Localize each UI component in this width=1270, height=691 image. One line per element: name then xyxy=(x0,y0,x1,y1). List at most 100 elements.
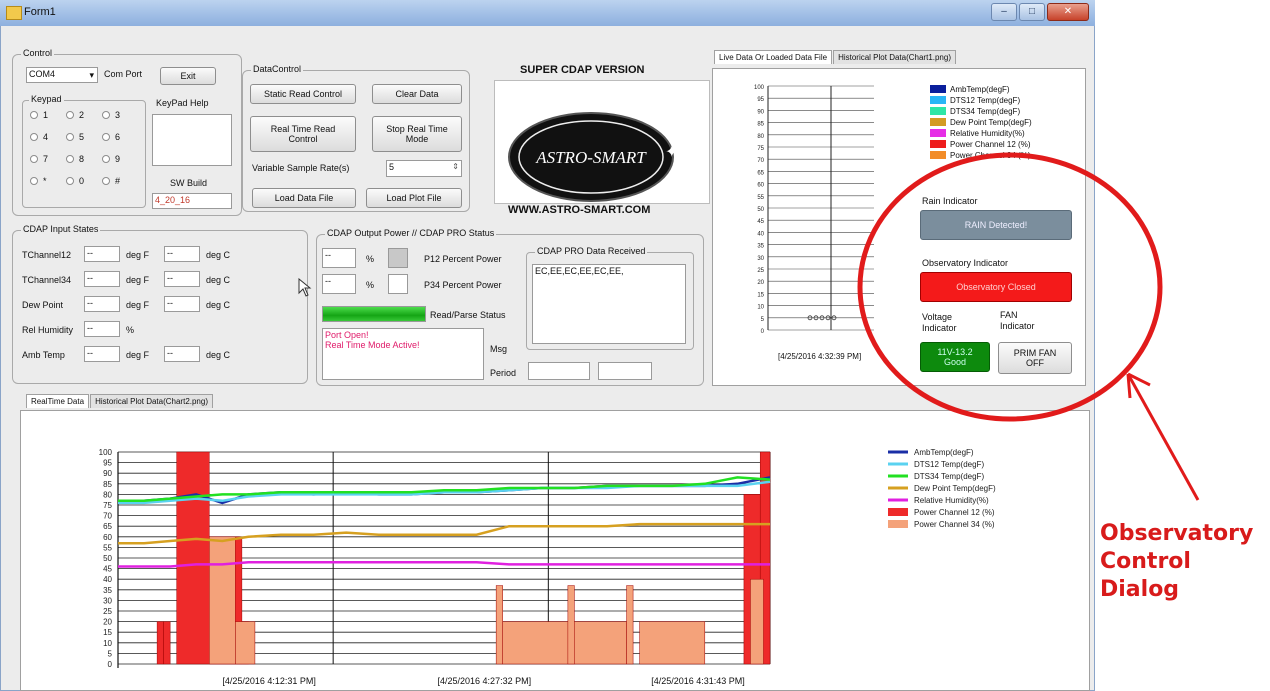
legend-label: DTS34 Temp(degF) xyxy=(950,106,1021,116)
logo-panel: ASTRO-SMART ✦ xyxy=(494,80,710,204)
window-title: Form1 xyxy=(24,6,56,18)
load-plot-file-button[interactable]: Load Plot File xyxy=(366,188,462,208)
fan-indicator-label: FAN Indicator xyxy=(1000,310,1035,331)
keypad-key[interactable]: 3 xyxy=(102,110,120,120)
annotation-line: Observatory xyxy=(1100,521,1254,546)
radio-icon[interactable] xyxy=(66,177,74,185)
keypad-key[interactable]: # xyxy=(102,176,120,186)
variable-sample-input[interactable]: 5 ⇕ xyxy=(386,160,462,177)
static-read-button[interactable]: Static Read Control xyxy=(250,84,356,104)
input-c-value: -- xyxy=(164,271,200,287)
input-c-value: -- xyxy=(164,246,200,262)
keypad-key-label: 2 xyxy=(79,110,85,120)
radio-icon[interactable] xyxy=(30,155,38,163)
keypad-key[interactable]: * xyxy=(30,176,47,186)
main-tick-label: 15 xyxy=(103,628,112,637)
clear-data-button[interactable]: Clear Data xyxy=(372,84,462,104)
voltage-good-button[interactable]: 11V-13.2 Good xyxy=(920,342,990,372)
input-c-unit: deg C xyxy=(206,250,231,260)
mini-tick-label: 100 xyxy=(754,85,765,91)
progress-fill xyxy=(323,307,425,321)
pro-data-label: CDAP PRO Data Received xyxy=(535,246,648,256)
com-port-label: Com Port xyxy=(104,69,143,79)
power-bar xyxy=(750,578,764,665)
legend-label: Power Channel 34 (%) xyxy=(950,150,1031,160)
close-icon[interactable]: ✕ xyxy=(1047,3,1089,21)
keypad-key[interactable]: 2 xyxy=(66,110,84,120)
power-bar xyxy=(209,536,236,665)
input-row-label: Dew Point xyxy=(22,300,64,310)
main-tick-label: 45 xyxy=(103,565,112,574)
mini-tick-label: 50 xyxy=(757,207,764,213)
main-tick-label: 100 xyxy=(99,448,113,457)
keypad-key-label: 0 xyxy=(79,176,85,186)
exit-button[interactable]: Exit xyxy=(160,67,216,85)
read-parse-progress xyxy=(322,306,426,322)
load-data-file-button[interactable]: Load Data File xyxy=(252,188,356,208)
p34-indicator xyxy=(388,274,408,294)
stop-real-time-button[interactable]: Stop Real Time Mode xyxy=(372,116,462,152)
svg-text:✦: ✦ xyxy=(665,144,678,161)
keypad-key[interactable]: 7 xyxy=(30,154,48,164)
keypad-key[interactable]: 0 xyxy=(66,176,84,186)
radio-icon[interactable] xyxy=(102,133,110,141)
rain-indicator-label: Rain Indicator xyxy=(922,196,978,206)
radio-icon[interactable] xyxy=(30,111,38,119)
keypad-key[interactable]: 1 xyxy=(30,110,48,120)
main-legend-label: AmbTemp(degF) xyxy=(914,448,974,457)
input-f-unit: % xyxy=(126,325,135,335)
real-time-read-button[interactable]: Real Time Read Control xyxy=(250,116,356,152)
power-bar xyxy=(639,621,706,665)
bottom-tab[interactable]: RealTime Data xyxy=(26,394,90,408)
input-f-value: -- xyxy=(84,321,120,337)
main-tick-label: 30 xyxy=(103,596,112,605)
radio-icon[interactable] xyxy=(102,177,110,185)
keypad-key-label: 6 xyxy=(115,132,121,142)
com-port-select[interactable]: COM4 ▾ xyxy=(26,67,98,83)
prim-fan-off-button[interactable]: PRIM FAN OFF xyxy=(998,342,1072,374)
minimize-icon[interactable]: – xyxy=(991,3,1017,21)
observatory-closed-button[interactable]: Observatory Closed xyxy=(920,272,1072,302)
bottom-tab[interactable]: Historical Plot Data(Chart2.png) xyxy=(90,394,213,408)
mini-tick-label: 10 xyxy=(757,305,764,311)
maximize-icon[interactable]: □ xyxy=(1019,3,1045,21)
spinner-icon[interactable]: ⇕ xyxy=(452,162,459,171)
pro-data-box: EC,EE,EC,EE,EC,EE, xyxy=(532,264,686,344)
main-tick-label: 90 xyxy=(103,469,112,478)
legend-swatch xyxy=(930,140,946,148)
main-x-label: [4/25/2016 4:12:31 PM] xyxy=(222,676,316,686)
legend-swatch xyxy=(930,96,946,104)
right-tab-strip: Live Data Or Loaded Data File Historical … xyxy=(714,50,957,64)
radio-icon[interactable] xyxy=(66,155,74,163)
radio-icon[interactable] xyxy=(102,155,110,163)
keypad-key[interactable]: 6 xyxy=(102,132,120,142)
radio-icon[interactable] xyxy=(66,111,74,119)
title-bar[interactable]: Form1 – □ ✕ xyxy=(0,0,1095,26)
radio-icon[interactable] xyxy=(30,177,38,185)
mini-tick-label: 5 xyxy=(761,317,765,323)
main-tick-label: 50 xyxy=(103,554,112,563)
radio-icon[interactable] xyxy=(102,111,110,119)
right-tab[interactable]: Historical Plot Data(Chart1.png) xyxy=(833,50,956,64)
legend-label: Relative Humidity(%) xyxy=(950,128,1025,138)
main-tick-label: 20 xyxy=(103,618,112,627)
right-tab[interactable]: Live Data Or Loaded Data File xyxy=(714,50,833,64)
keypad-label: Keypad xyxy=(29,94,64,104)
keypad-key-label: 9 xyxy=(115,154,121,164)
mini-tick-label: 40 xyxy=(757,231,764,237)
legend-swatch xyxy=(930,107,946,115)
keypad-key[interactable]: 9 xyxy=(102,154,120,164)
keypad-key[interactable]: 4 xyxy=(30,132,48,142)
radio-icon[interactable] xyxy=(66,133,74,141)
main-legend-swatch xyxy=(888,508,908,516)
keypad-key[interactable]: 8 xyxy=(66,154,84,164)
data-control-label: DataControl xyxy=(251,64,304,74)
keypad-key[interactable]: 5 xyxy=(66,132,84,142)
radio-icon[interactable] xyxy=(30,133,38,141)
rain-detected-button[interactable]: RAIN Detected! xyxy=(920,210,1072,240)
main-legend-label: Relative Humidity(%) xyxy=(914,496,989,505)
input-f-value: -- xyxy=(84,246,120,262)
mini-tick-label: 15 xyxy=(757,292,764,298)
input-f-unit: deg F xyxy=(126,250,150,260)
variable-sample-label: Variable Sample Rate(s) xyxy=(252,163,350,173)
